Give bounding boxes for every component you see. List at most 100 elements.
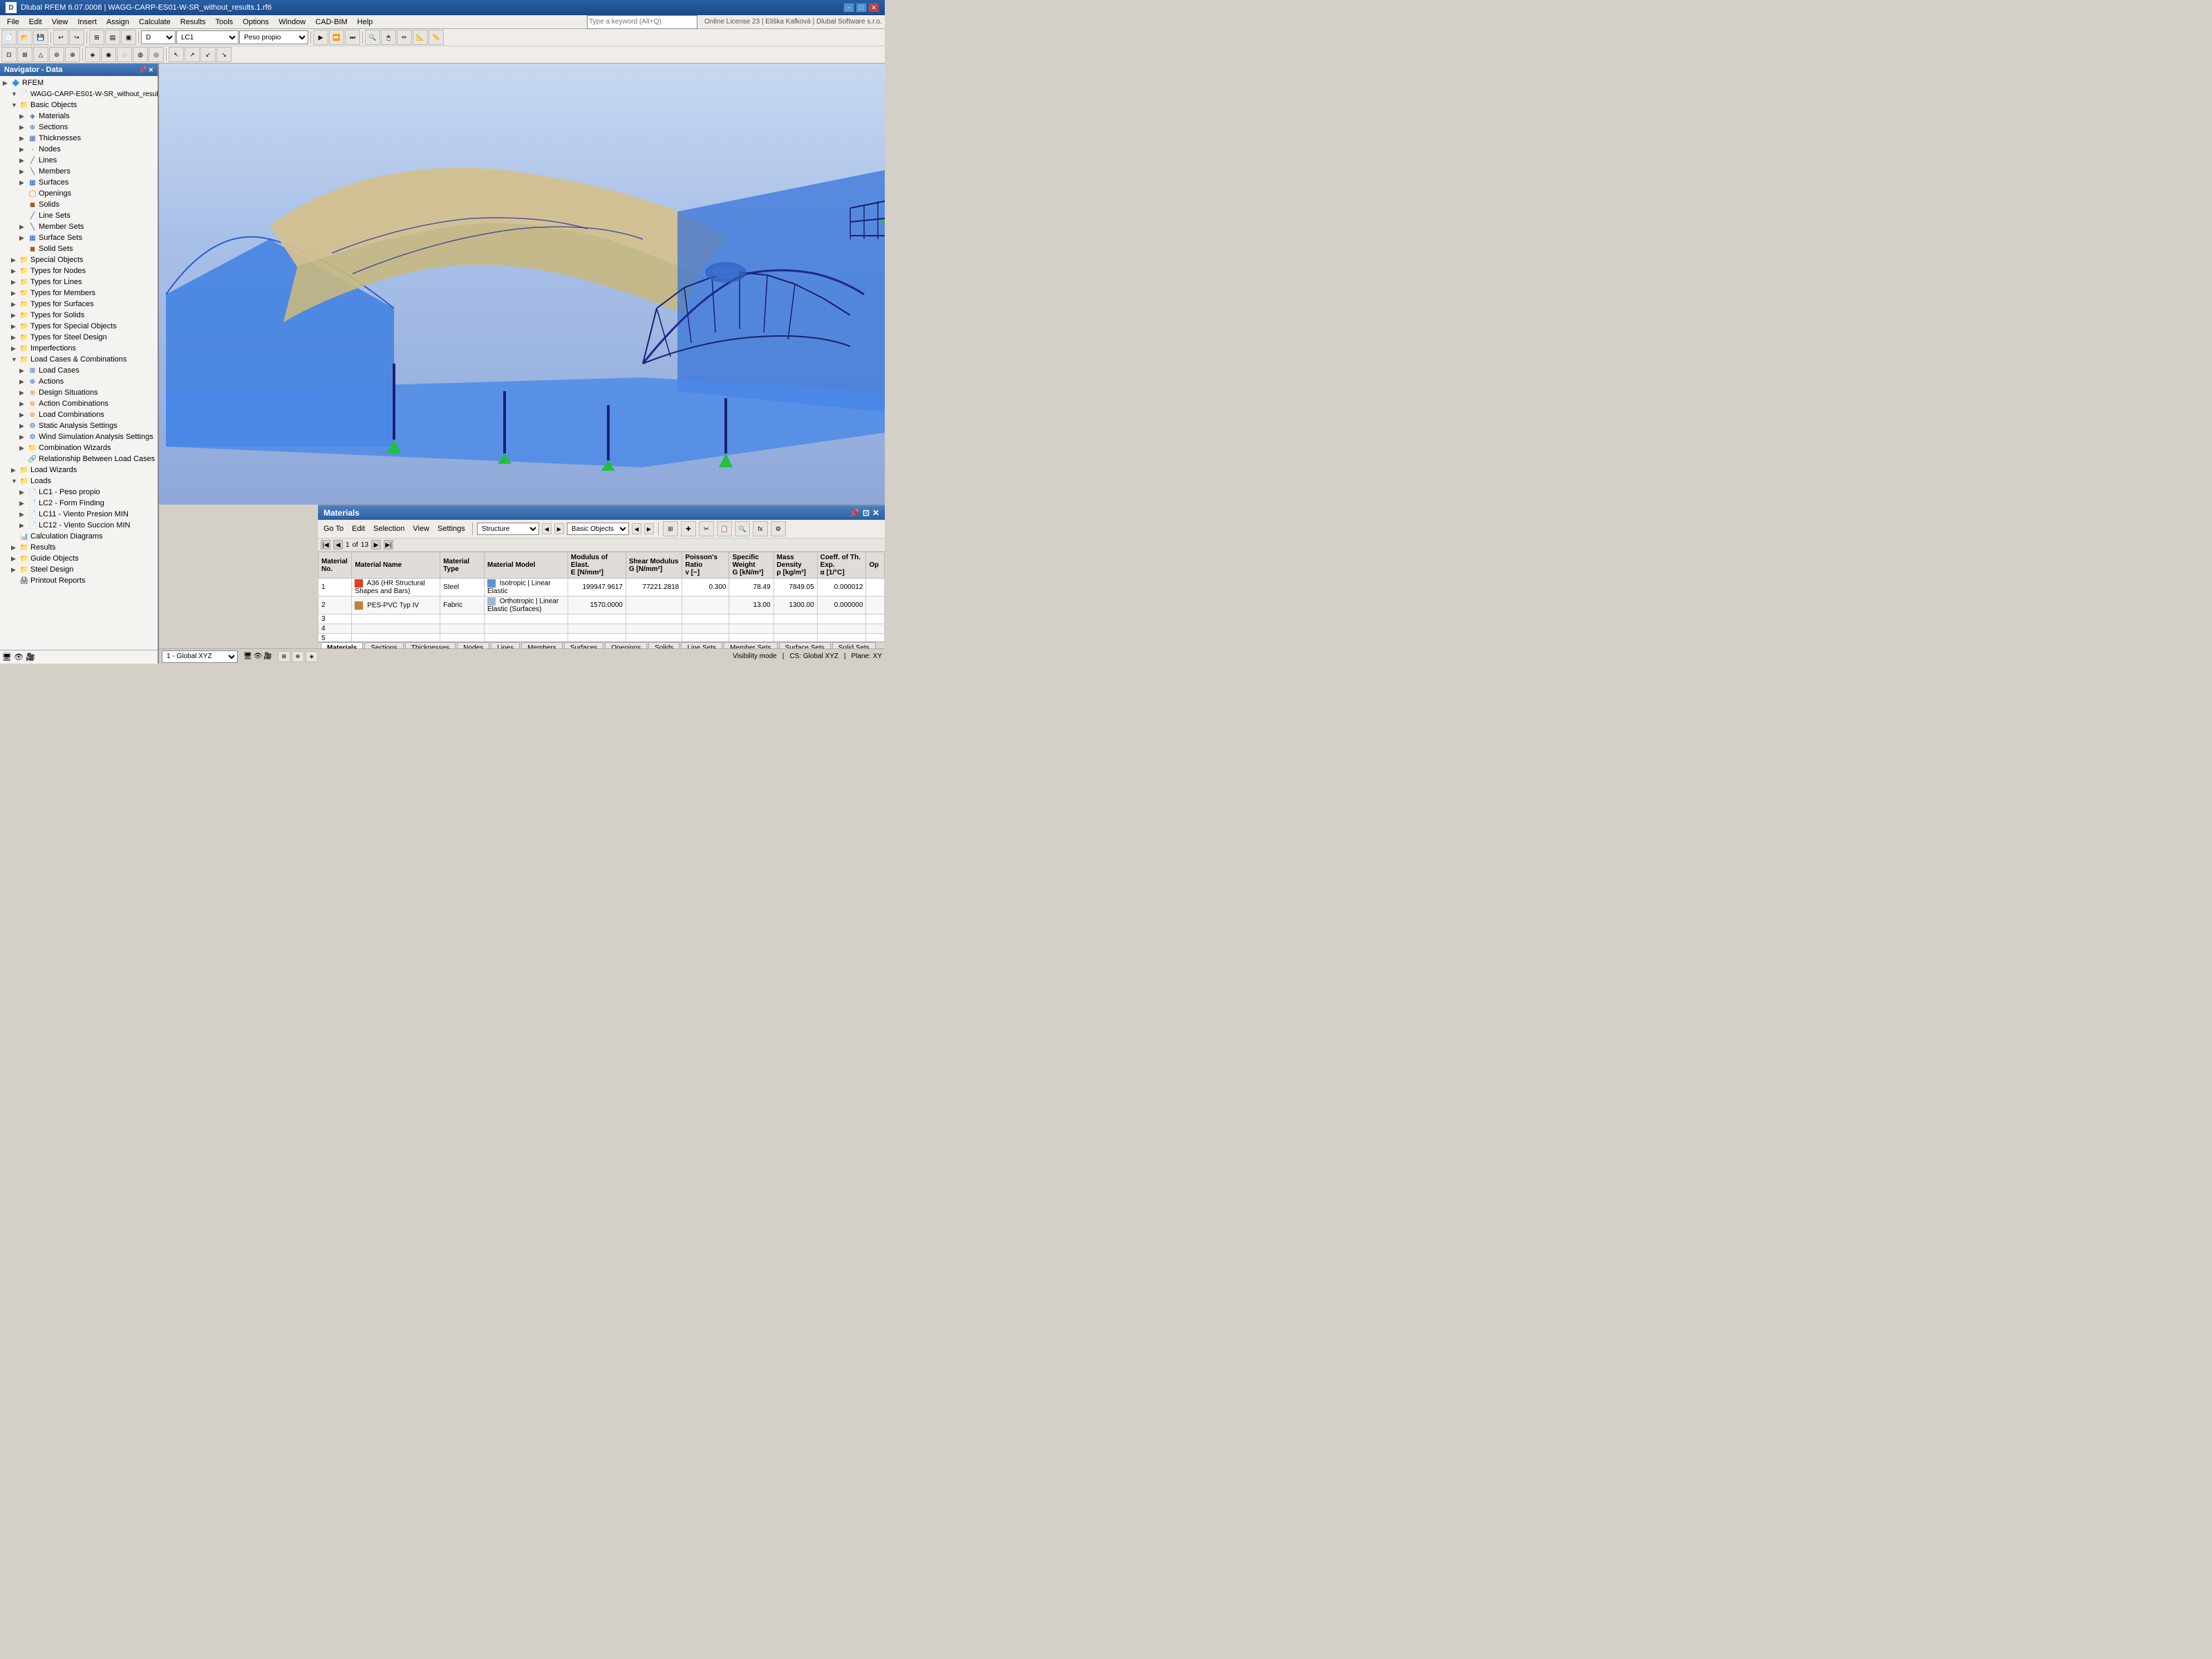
tree-surface-sets[interactable]: ▶ ▦ Surface Sets xyxy=(0,232,158,243)
render-btn5[interactable]: ◎ xyxy=(149,47,164,62)
mat-tb4[interactable]: 📋 xyxy=(717,521,732,536)
col-poisson[interactable]: Poisson's Ratiov [−] xyxy=(682,552,729,579)
materials-panel-maximize[interactable]: ⊡ xyxy=(863,508,870,518)
search-input[interactable] xyxy=(587,15,697,29)
view3d-btn1[interactable]: ↖ xyxy=(169,47,184,62)
tree-combination-wizards[interactable]: ▶ 📁 Combination Wizards xyxy=(0,442,158,453)
close-button[interactable]: ✕ xyxy=(868,3,879,12)
status-icon1[interactable]: 🖥 xyxy=(243,653,252,660)
snap-btn5[interactable]: ⊕ xyxy=(65,47,80,62)
table-row[interactable]: 2 PES-PVC Typ IV Fabric Orthotropic | Li… xyxy=(319,597,885,615)
col-material-no[interactable]: Material No. xyxy=(319,552,352,579)
tree-actions[interactable]: ▶ ⊕ Actions xyxy=(0,376,158,387)
tree-design-situations[interactable]: ▶ ⊛ Design Situations xyxy=(0,387,158,398)
nav-close-btn[interactable]: ✕ xyxy=(148,66,153,74)
view3d-btn3[interactable]: ↙ xyxy=(200,47,216,62)
nav-icon3[interactable]: 🎥 xyxy=(26,653,35,662)
view3d-btn2[interactable]: ↗ xyxy=(185,47,200,62)
open-btn[interactable]: 📂 xyxy=(17,30,32,45)
tree-load-wizards[interactable]: ▶ 📁 Load Wizards xyxy=(0,465,158,476)
snap-btn1[interactable]: ⊡ xyxy=(1,47,17,62)
mat-obj-next[interactable]: ▶ xyxy=(644,523,654,534)
col-spec-weight[interactable]: Specific WeightG [kN/m³] xyxy=(729,552,774,579)
tree-nodes[interactable]: ▶ · Nodes xyxy=(0,144,158,155)
lc-name-selector[interactable]: LC1 xyxy=(176,30,238,44)
menu-results[interactable]: Results xyxy=(176,17,210,27)
menu-edit[interactable]: Edit xyxy=(25,17,46,27)
snap-btn3[interactable]: △ xyxy=(33,47,48,62)
tree-steel-design[interactable]: ▶ 📁 Steel Design xyxy=(0,564,158,575)
render-btn2[interactable]: ◉ xyxy=(101,47,116,62)
snap-btn4[interactable]: ⊛ xyxy=(49,47,64,62)
page-prev[interactable]: ◀ xyxy=(333,540,343,550)
viewport-3d[interactable] xyxy=(159,64,885,505)
nav-pin-btn[interactable]: 📌 xyxy=(139,66,147,74)
calc-btn1[interactable]: ▶ xyxy=(313,30,328,45)
table-row-empty[interactable]: 3 xyxy=(319,615,885,624)
load-case-combo[interactable]: Peso propio xyxy=(239,30,308,44)
menu-insert[interactable]: Insert xyxy=(73,17,101,27)
status-tb1[interactable]: ⊞ xyxy=(278,651,290,662)
tree-types-surfaces[interactable]: ▶ 📁 Types for Surfaces xyxy=(0,299,158,310)
tree-printout-reports[interactable]: 🖨 Printout Reports xyxy=(0,575,158,586)
tree-sections[interactable]: ▶ ⊕ Sections xyxy=(0,122,158,133)
view-btn3[interactable]: ▣ xyxy=(121,30,136,45)
menu-calculate[interactable]: Calculate xyxy=(135,17,175,27)
calc-btn2[interactable]: ⏩ xyxy=(329,30,344,45)
tree-materials[interactable]: ▶ ◈ Materials xyxy=(0,111,158,122)
mat-tb3[interactable]: ✂ xyxy=(699,521,714,536)
tree-action-combinations[interactable]: ▶ ⊛ Action Combinations xyxy=(0,398,158,409)
mat-obj-prev[interactable]: ◀ xyxy=(632,523,641,534)
tree-solids[interactable]: ◼ Solids xyxy=(0,199,158,210)
status-icon2[interactable]: 👁 xyxy=(254,653,263,660)
tree-openings[interactable]: ◯ Openings xyxy=(0,188,158,199)
tool-btn2[interactable]: 🖱 xyxy=(381,30,396,45)
tree-thicknesses[interactable]: ▶ ▦ Thicknesses xyxy=(0,133,158,144)
mat-filter-combo[interactable]: Structure xyxy=(477,523,539,535)
tree-lines[interactable]: ▶ ╱ Lines xyxy=(0,155,158,166)
view-btn1[interactable]: ⊞ xyxy=(89,30,104,45)
mat-menu-goto[interactable]: Go To xyxy=(321,524,346,534)
menu-options[interactable]: Options xyxy=(238,17,273,27)
status-tb3[interactable]: ◈ xyxy=(306,651,318,662)
tree-file[interactable]: ▼ 📄 WAGG-CARP-ES01-W-SR_without_results.… xyxy=(0,88,158,100)
mat-filter-prev[interactable]: ◀ xyxy=(542,523,552,534)
tree-lc11[interactable]: ▶ 📄 LC11 - Viento Presion MIN xyxy=(0,509,158,520)
table-row-empty[interactable]: 5 xyxy=(319,634,885,642)
tree-lc2[interactable]: ▶ 📄 LC2 - Form Finding xyxy=(0,498,158,509)
minimize-button[interactable]: − xyxy=(843,3,854,12)
materials-panel-pin[interactable]: 📌 xyxy=(850,508,860,518)
tree-types-steel[interactable]: ▶ 📁 Types for Steel Design xyxy=(0,332,158,343)
mat-tb7[interactable]: ⚙ xyxy=(771,521,786,536)
tree-surfaces[interactable]: ▶ ▦ Surfaces xyxy=(0,177,158,188)
tree-members[interactable]: ▶ ╲ Members xyxy=(0,166,158,177)
menu-assign[interactable]: Assign xyxy=(102,17,133,27)
tree-wind-simulation[interactable]: ▶ ⚙ Wind Simulation Analysis Settings xyxy=(0,431,158,442)
menu-tools[interactable]: Tools xyxy=(211,17,237,27)
tree-load-cases-comb[interactable]: ▼ 📁 Load Cases & Combinations xyxy=(0,354,158,365)
tree-results[interactable]: ▶ 📁 Results xyxy=(0,542,158,553)
tool-btn5[interactable]: 📏 xyxy=(429,30,444,45)
view-btn2[interactable]: ▤ xyxy=(105,30,120,45)
tree-types-members[interactable]: ▶ 📁 Types for Members xyxy=(0,288,158,299)
mat-tb1[interactable]: ⊞ xyxy=(663,521,678,536)
tree-imperfections[interactable]: ▶ 📁 Imperfections xyxy=(0,343,158,354)
page-last[interactable]: ▶| xyxy=(384,540,393,550)
col-shear-modulus[interactable]: Shear ModulusG [N/mm²] xyxy=(626,552,682,579)
render-btn1[interactable]: ◈ xyxy=(85,47,100,62)
materials-panel-close[interactable]: ✕ xyxy=(872,508,879,518)
tool-btn1[interactable]: 🔍 xyxy=(365,30,380,45)
tree-member-sets[interactable]: ▶ ╲ Member Sets xyxy=(0,221,158,232)
menu-window[interactable]: Window xyxy=(274,17,310,27)
tree-load-cases[interactable]: ▶ ⊞ Load Cases xyxy=(0,365,158,376)
new-btn[interactable]: 📄 xyxy=(1,30,17,45)
status-icon3[interactable]: 🎥 xyxy=(263,653,272,660)
tree-types-nodes[interactable]: ▶ 📁 Types for Nodes xyxy=(0,265,158,276)
render-btn4[interactable]: ◍ xyxy=(133,47,148,62)
save-btn[interactable]: 💾 xyxy=(33,30,48,45)
view-selector[interactable]: 1 - Global XYZ xyxy=(162,650,238,663)
col-op[interactable]: Op xyxy=(866,552,885,579)
col-e-modulus[interactable]: Modulus of Elast.E [N/mm²] xyxy=(568,552,626,579)
mat-tb2[interactable]: ✚ xyxy=(681,521,696,536)
table-row[interactable]: 1 A36 (HR Structural Shapes and Bars) St… xyxy=(319,579,885,597)
